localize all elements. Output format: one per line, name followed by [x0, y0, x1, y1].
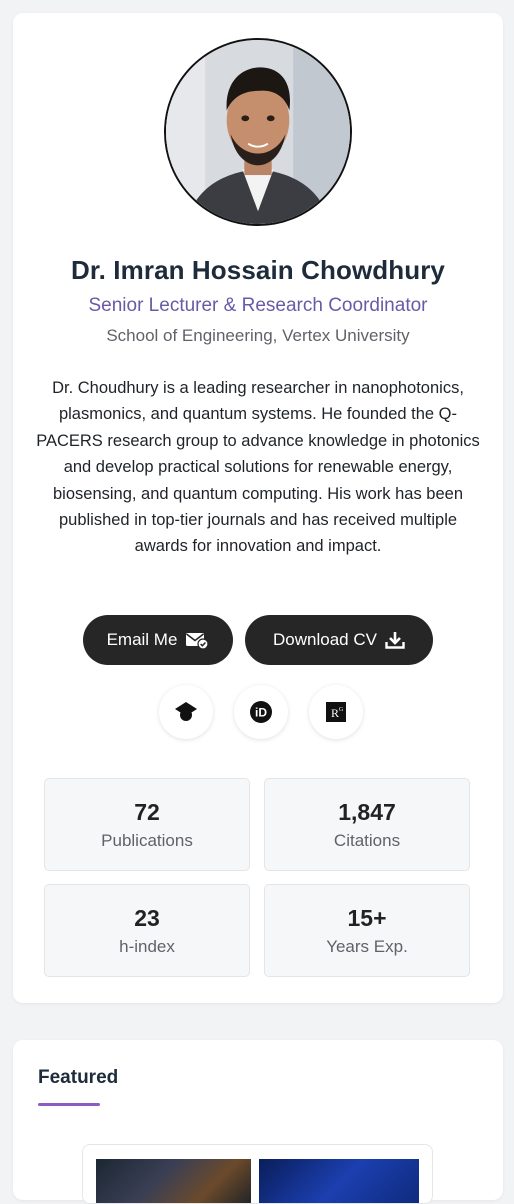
featured-thumbnail — [96, 1159, 251, 1203]
featured-item[interactable] — [82, 1144, 433, 1204]
stat-label: Publications — [101, 831, 193, 850]
stat-label: Citations — [333, 831, 401, 850]
stat-h-index: 23 h-index — [44, 884, 250, 977]
google-scholar-link[interactable] — [159, 685, 213, 739]
researchgate-link[interactable]: R G — [309, 685, 363, 739]
featured-heading: Featured — [38, 1067, 119, 1088]
stat-value: 15+ — [347, 905, 387, 931]
stat-label: Years Exp. — [326, 937, 408, 956]
profile-card: Dr. Imran Hossain Chowdhury Senior Lectu… — [13, 13, 503, 1003]
profile-school: School of Engineering, Vertex University — [106, 326, 410, 345]
stat-value: 1,847 — [338, 799, 396, 825]
heading-underline — [38, 1103, 100, 1106]
orcid-link[interactable]: iD — [234, 685, 288, 739]
stat-label: h-index — [119, 937, 175, 956]
stat-years-experience: 15+ Years Exp. — [264, 884, 470, 977]
featured-section: Featured — [13, 1040, 503, 1204]
download-cv-label: Download CV — [273, 630, 377, 649]
orcid-icon-text: iD — [255, 706, 267, 720]
svg-text:G: G — [339, 707, 344, 713]
profile-name: Dr. Imran Hossain Chowdhury — [71, 255, 445, 285]
researchgate-icon: R G — [326, 702, 346, 722]
profile-bio: Dr. Choudhury is a leading researcher in… — [36, 379, 480, 556]
researchgate-icon-text: R — [331, 706, 339, 720]
email-me-label: Email Me — [106, 630, 178, 649]
email-me-button[interactable]: Email Me — [83, 615, 233, 665]
portrait-image — [166, 40, 350, 224]
google-scholar-icon — [175, 702, 197, 721]
envelope-check-icon — [186, 633, 210, 649]
stat-value: 23 — [134, 905, 160, 931]
orcid-icon: iD — [250, 701, 272, 723]
featured-thumbnail — [259, 1159, 419, 1203]
download-cv-button[interactable]: Download CV — [245, 615, 433, 665]
profile-role: Senior Lecturer & Research Coordinator — [88, 295, 428, 316]
stat-publications: 72 Publications — [44, 778, 250, 871]
stat-citations: 1,847 Citations — [264, 778, 470, 871]
download-icon — [385, 632, 405, 649]
profile-avatar — [164, 38, 352, 226]
stat-value: 72 — [134, 799, 160, 825]
